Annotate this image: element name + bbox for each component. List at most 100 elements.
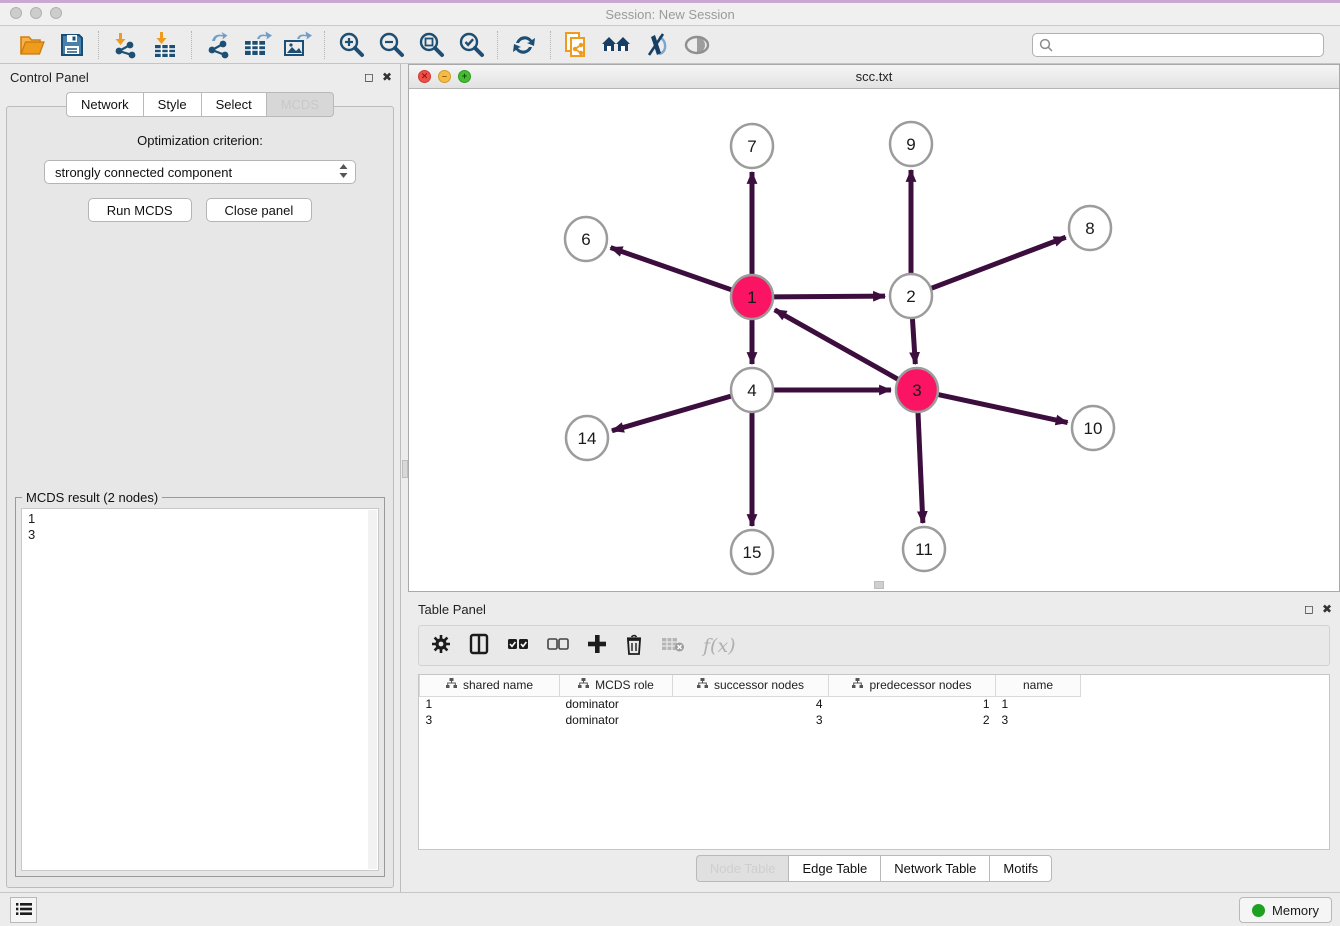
column-header-shared-name[interactable]: shared name [420, 675, 560, 696]
delete-column-button[interactable] [625, 634, 643, 658]
graph-node-7[interactable]: 7 [731, 124, 773, 168]
select-all-button[interactable] [507, 637, 529, 654]
table-cell[interactable]: 1 [829, 696, 996, 712]
graph-node-1[interactable]: 1 [731, 275, 773, 319]
close-panel-button[interactable]: Close panel [206, 198, 313, 222]
graph-node-4[interactable]: 4 [731, 368, 773, 412]
run-mcds-button[interactable]: Run MCDS [88, 198, 192, 222]
show-graphics-details-button[interactable] [682, 30, 712, 60]
application-window: Session: New Session [0, 0, 1340, 926]
edge-3-1[interactable] [775, 310, 899, 380]
zoom-fit-button[interactable] [416, 30, 446, 60]
refresh-layout-button[interactable] [509, 30, 539, 60]
edge-3-10[interactable] [938, 394, 1068, 422]
graph-node-3[interactable]: 3 [896, 368, 938, 412]
column-settings-button[interactable] [431, 634, 451, 657]
control-panel: Control Panel ◻ ✖ NetworkStyleSelectMCDS… [0, 64, 400, 892]
export-network-button[interactable] [203, 30, 233, 60]
tab-edge-table[interactable]: Edge Table [788, 855, 880, 882]
optimization-criterion-select[interactable]: strongly connected component [44, 160, 356, 184]
function-builder-button: f(x) [703, 635, 736, 657]
zoom-out-button[interactable] [376, 30, 406, 60]
column-header-name[interactable]: name [996, 675, 1081, 696]
network-resize-handle[interactable] [874, 581, 884, 589]
import-table-icon [151, 31, 179, 59]
table-row[interactable]: 3dominator323 [420, 712, 1081, 728]
tab-select[interactable]: Select [201, 92, 266, 117]
table-cell[interactable]: 1 [996, 696, 1081, 712]
table-cell[interactable]: 3 [673, 712, 829, 728]
float-panel-icon[interactable]: ◻ [364, 71, 374, 83]
tab-motifs[interactable]: Motifs [989, 855, 1052, 882]
checked-boxes-icon [507, 637, 529, 654]
graph-node-8[interactable]: 8 [1069, 206, 1111, 250]
node-table[interactable]: shared name MCDS role successor nodesprede… [418, 674, 1330, 850]
panel-splitter[interactable] [400, 64, 408, 892]
zoom-in-button[interactable] [336, 30, 366, 60]
graph-node-6[interactable]: 6 [565, 217, 607, 261]
refresh-layout-icon [510, 31, 538, 59]
memory-button[interactable]: Memory [1239, 897, 1332, 923]
tab-network[interactable]: Network [66, 92, 143, 117]
close-panel-icon[interactable]: ✖ [382, 71, 392, 83]
create-column-button[interactable] [587, 634, 607, 657]
export-image-icon [283, 31, 313, 59]
table-cell[interactable]: 2 [829, 712, 996, 728]
edge-1-6[interactable] [611, 248, 733, 290]
search-input[interactable] [1032, 33, 1324, 57]
tab-network-table[interactable]: Network Table [880, 855, 989, 882]
delete-table-icon [661, 635, 685, 656]
columns-icon [469, 633, 489, 658]
clone-network-button[interactable] [562, 30, 592, 60]
export-image-button[interactable] [283, 30, 313, 60]
graph-node-11[interactable]: 11 [903, 527, 945, 571]
table-row[interactable]: 1dominator411 [420, 696, 1081, 712]
float-table-panel-icon[interactable]: ◻ [1304, 603, 1314, 615]
tab-node-table[interactable]: Node Table [696, 855, 789, 882]
column-header-predecessor-nodes[interactable]: predecessor nodes [829, 675, 996, 696]
table-cell[interactable]: 3 [420, 712, 560, 728]
network-canvas[interactable]: 1 2 3 4 6 7 8 9 10 11 14 15 [409, 89, 1339, 591]
column-header-successor-nodes[interactable]: successor nodes [673, 675, 829, 696]
node-label: 1 [747, 288, 756, 307]
graph-node-9[interactable]: 9 [890, 122, 932, 166]
zoom-selected-button[interactable] [456, 30, 486, 60]
show-columns-button[interactable] [469, 633, 489, 658]
deselect-all-button[interactable] [547, 637, 569, 654]
network-window-title: scc.txt [409, 69, 1339, 84]
result-scrollbar[interactable] [368, 510, 377, 869]
graph-node-15[interactable]: 15 [731, 530, 773, 574]
column-label: MCDS role [595, 678, 654, 692]
edge-4-14[interactable] [612, 396, 732, 431]
toolbar-separator [98, 31, 99, 59]
mcds-result-list[interactable]: 13 [21, 508, 379, 871]
table-cell[interactable]: dominator [560, 696, 673, 712]
tab-style[interactable]: Style [143, 92, 201, 117]
zoom-fit-icon [417, 31, 445, 59]
close-table-panel-icon[interactable]: ✖ [1322, 603, 1332, 615]
show-all-networks-button[interactable] [602, 30, 632, 60]
tab-mcds[interactable]: MCDS [266, 92, 334, 117]
import-network-button[interactable] [110, 30, 140, 60]
export-table-button[interactable] [243, 30, 273, 60]
graph-node-10[interactable]: 10 [1072, 406, 1114, 450]
graph-node-2[interactable]: 2 [890, 274, 932, 318]
table-cell[interactable]: dominator [560, 712, 673, 728]
edge-1-2[interactable] [773, 296, 885, 297]
hide-graphics-details-button[interactable] [642, 30, 672, 60]
network-window-titlebar[interactable]: ✕ – + scc.txt [409, 65, 1339, 89]
edge-2-8[interactable] [931, 237, 1066, 288]
table-cell[interactable]: 4 [673, 696, 829, 712]
task-history-button[interactable] [10, 897, 37, 923]
table-cell[interactable]: 3 [996, 712, 1081, 728]
edge-2-3[interactable] [912, 317, 915, 364]
save-session-icon [59, 32, 85, 58]
column-header-MCDS-role[interactable]: MCDS role [560, 675, 673, 696]
table-cell[interactable]: 1 [420, 696, 560, 712]
mcds-result-legend: MCDS result (2 nodes) [22, 490, 162, 505]
import-table-button[interactable] [150, 30, 180, 60]
open-file-button[interactable] [17, 30, 47, 60]
graph-node-14[interactable]: 14 [566, 416, 608, 460]
save-session-button[interactable] [57, 30, 87, 60]
edge-3-11[interactable] [918, 411, 923, 523]
